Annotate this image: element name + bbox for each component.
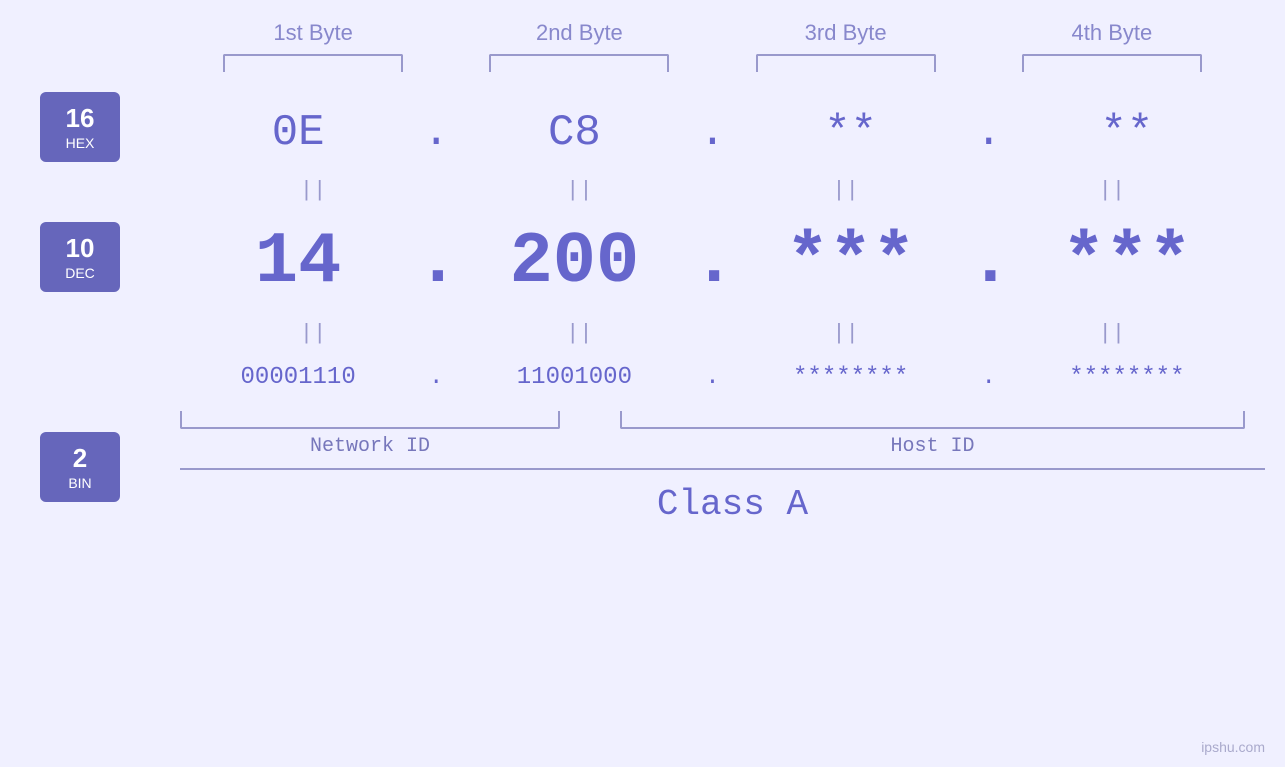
dec-b2: 200 [456, 211, 692, 313]
bin-base-badge: 2 BIN [40, 432, 120, 502]
bin-b3: ******** [733, 354, 969, 401]
byte4-header: 4th Byte [1022, 20, 1202, 46]
hex-b3: ** [733, 98, 969, 168]
dot-dec-1: . [416, 221, 456, 303]
eq2-b3: || [756, 317, 936, 350]
eq2-b2: || [489, 317, 669, 350]
watermark: ipshu.com [1201, 739, 1265, 755]
byte2-header: 2nd Byte [489, 20, 669, 46]
hex-b1: 0E [180, 98, 416, 168]
content-rows: 16 HEX 0E . C8 . ** . ** || || || || 10 … [160, 92, 1245, 525]
bracket-gap [560, 411, 620, 429]
bracket-byte3 [756, 54, 936, 72]
bottom-brackets [160, 411, 1245, 429]
host-id-label: Host ID [620, 435, 1245, 458]
hex-row: 0E . C8 . ** . ** [160, 92, 1245, 174]
class-row: Class A [180, 468, 1265, 525]
equals-row-2: || || || || [160, 317, 1245, 350]
bin-base-num: 2 [73, 443, 87, 474]
bin-b1: 00001110 [180, 354, 416, 401]
eq2-b4: || [1022, 317, 1202, 350]
bin-row: 00001110 . 11001000 . ******** . *******… [160, 350, 1245, 405]
hex-b4: ** [1009, 98, 1245, 168]
dot-hex-1: . [416, 108, 456, 158]
id-gap [560, 435, 620, 458]
dec-b3: *** [733, 211, 969, 313]
dot-dec-3: . [969, 221, 1009, 303]
hex-base-badge: 16 HEX [40, 92, 120, 162]
dot-bin-3: . [969, 364, 1009, 391]
dot-hex-2: . [693, 108, 733, 158]
byte3-header: 3rd Byte [756, 20, 936, 46]
class-label: Class A [657, 484, 808, 525]
dec-b1: 14 [180, 211, 416, 313]
eq1-b3: || [756, 174, 936, 207]
bracket-network [180, 411, 560, 429]
dot-bin-2: . [693, 364, 733, 391]
eq1-b1: || [223, 174, 403, 207]
dot-bin-1: . [416, 364, 456, 391]
eq1-b4: || [1022, 174, 1202, 207]
hex-b2: C8 [456, 98, 692, 168]
byte-headers: 1st Byte 2nd Byte 3rd Byte 4th Byte [160, 20, 1245, 46]
hex-base-name: HEX [66, 135, 95, 151]
dec-base-num: 10 [66, 233, 95, 264]
dec-base-name: DEC [65, 265, 95, 281]
bin-base-name: BIN [68, 475, 91, 491]
bracket-host [620, 411, 1245, 429]
dot-dec-2: . [693, 221, 733, 303]
bracket-byte2 [489, 54, 669, 72]
dec-row: 14 . 200 . *** . *** [160, 207, 1245, 317]
bin-b2: 11001000 [456, 354, 692, 401]
bin-b4: ******** [1009, 354, 1245, 401]
network-id-label: Network ID [180, 435, 560, 458]
hex-base-num: 16 [66, 103, 95, 134]
equals-row-1: || || || || [160, 174, 1245, 207]
bracket-byte4 [1022, 54, 1202, 72]
top-brackets [160, 54, 1245, 72]
bracket-byte1 [223, 54, 403, 72]
byte1-header: 1st Byte [223, 20, 403, 46]
eq2-b1: || [223, 317, 403, 350]
main-container: 1st Byte 2nd Byte 3rd Byte 4th Byte 16 H… [0, 0, 1285, 767]
dot-hex-3: . [969, 108, 1009, 158]
id-labels: Network ID Host ID [160, 435, 1245, 458]
eq1-b2: || [489, 174, 669, 207]
dec-base-badge: 10 DEC [40, 222, 120, 292]
dec-b4: *** [1009, 211, 1245, 313]
